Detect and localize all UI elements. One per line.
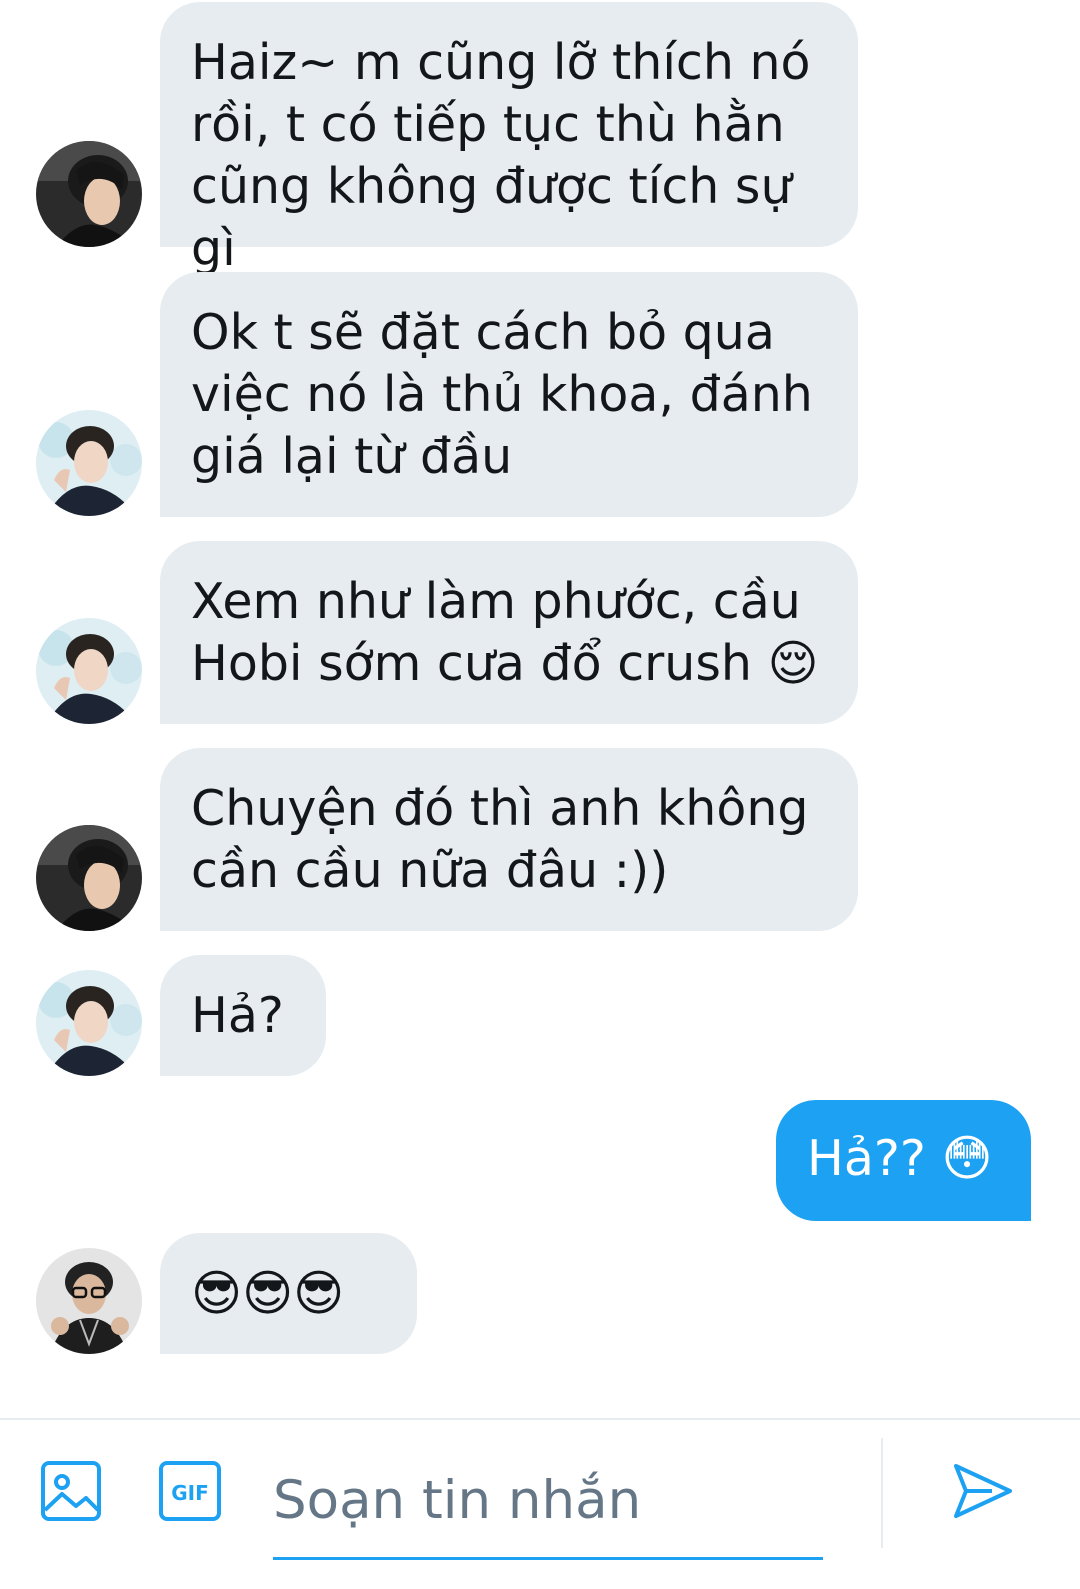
message-list: Haiz~ m cũng lỡ thích nó rồi, t có tiếp … <box>0 0 1080 1418</box>
avatar-light-bg-man-icon <box>36 410 142 516</box>
avatar-glasses-man-icon <box>36 1248 142 1354</box>
avatar[interactable] <box>36 1248 142 1354</box>
avatar-dark-hair-man-icon <box>36 825 142 931</box>
avatar[interactable] <box>36 970 142 1076</box>
image-icon[interactable] <box>40 1460 102 1526</box>
message-bubble-incoming[interactable]: Ok t sẽ đặt cách bỏ qua việc nó là thủ k… <box>160 272 858 517</box>
avatar-light-bg-man-icon <box>36 618 142 724</box>
avatar[interactable] <box>36 410 142 516</box>
message-input[interactable]: Soạn tin nhắn <box>273 1450 823 1560</box>
gif-icon[interactable]: GIF <box>158 1460 222 1526</box>
send-icon[interactable] <box>952 1460 1014 1526</box>
message-bubble-incoming[interactable]: Xem như làm phước, cầu Hobi sớm cưa đổ c… <box>160 541 858 724</box>
divider <box>881 1438 883 1548</box>
message-bubble-incoming[interactable]: Chuyện đó thì anh không cần cầu nữa đâu … <box>160 748 858 931</box>
message-bubble-outgoing[interactable]: Hả?? 😳 <box>776 1100 1031 1221</box>
avatar-light-bg-man-icon <box>36 970 142 1076</box>
avatar[interactable] <box>36 141 142 247</box>
message-bubble-incoming[interactable]: Hả? <box>160 955 326 1076</box>
avatar-dark-hair-man-icon <box>36 141 142 247</box>
gif-label: GIF <box>171 1481 209 1505</box>
message-bubble-incoming[interactable]: Haiz~ m cũng lỡ thích nó rồi, t có tiếp … <box>160 2 858 277</box>
avatar[interactable] <box>36 618 142 724</box>
message-input-placeholder: Soạn tin nhắn <box>273 1470 642 1531</box>
avatar[interactable] <box>36 825 142 931</box>
message-composer: GIF Soạn tin nhắn <box>0 1418 1080 1589</box>
message-bubble-incoming[interactable]: 😎😎😎 <box>160 1233 417 1354</box>
